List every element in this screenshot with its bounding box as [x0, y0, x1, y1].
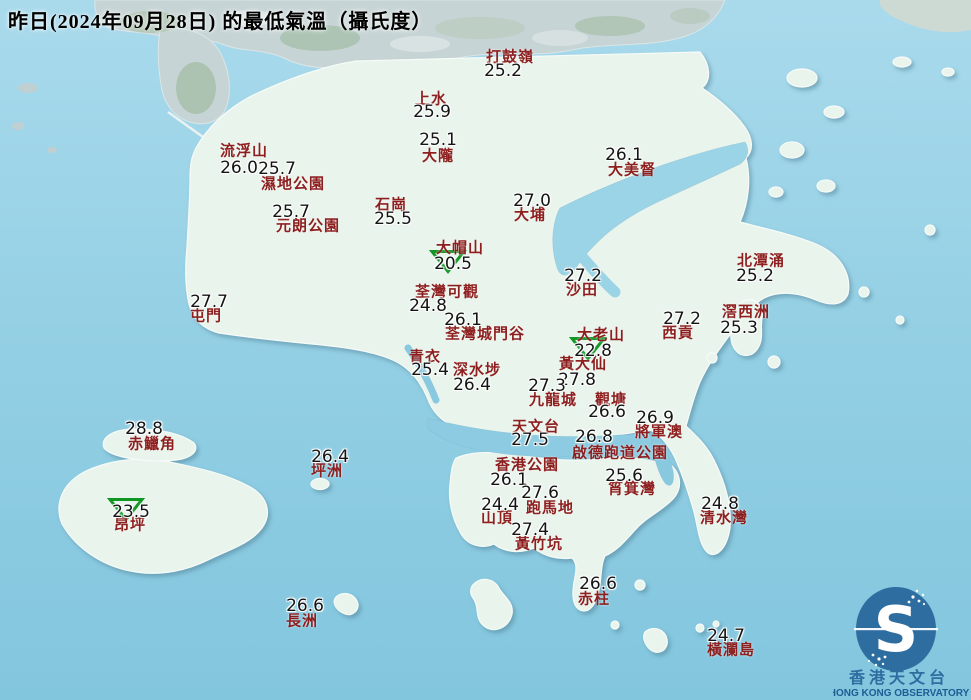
station-temperature-value: 24.8 [701, 494, 739, 514]
hong-kong-map [0, 0, 971, 700]
station-temperature-value: 27.5 [511, 430, 549, 450]
station-temperature-value: 26.4 [453, 375, 491, 395]
station-temperature-value: 27.2 [663, 309, 701, 329]
station-temperature-value: 25.4 [411, 360, 449, 380]
station-temperature-value: 26.6 [286, 596, 324, 616]
station-temperature-value: 27.4 [511, 520, 549, 540]
station-temperature-value: 26.1 [444, 310, 482, 330]
station-temperature-value: 24.8 [409, 296, 447, 316]
station-temperature-value: 24.4 [481, 495, 519, 515]
station-temperature-value: 27.3 [528, 376, 566, 396]
station-temperature-value: 26.8 [575, 427, 613, 447]
station-temperature-value: 23.5 [112, 502, 150, 522]
map-container: 昨日(2024年09月28日) 的最低氣溫（攝氏度） 打鼓嶺25.2上水25.9… [0, 0, 971, 700]
logo-s-symbol: S [874, 593, 919, 666]
map-title: 昨日(2024年09月28日) 的最低氣溫（攝氏度） [8, 5, 432, 34]
logo-en-text: HONG KONG OBSERVATORY [833, 688, 970, 699]
logo-zh-text: 香港天文台 [848, 668, 949, 687]
station-temperature-value: 26.6 [579, 574, 617, 594]
station-temperature-value: 22.8 [574, 341, 612, 361]
station-temperature-value: 27.0 [513, 191, 551, 211]
station-temperature-value: 27.2 [564, 266, 602, 286]
station-temperature-value: 25.9 [413, 102, 451, 122]
station-temperature-value: 28.8 [125, 419, 163, 439]
station-temperature-value: 25.6 [605, 466, 643, 486]
station-temperature-value: 27.7 [190, 292, 228, 312]
station-temperature-value: 26.1 [605, 145, 643, 165]
station-temperature-value: 25.3 [720, 318, 758, 338]
station-temperature-value: 25.7 [258, 159, 296, 179]
hko-logo: S 香港天文台 HONG KONG OBSERVATORY [833, 573, 971, 700]
station-temperature-value: 26.4 [311, 447, 349, 467]
station-temperature-value: 26.0 [220, 158, 258, 178]
station-temperature-value: 20.5 [434, 254, 472, 274]
station-temperature-value: 26.6 [588, 402, 626, 422]
station-temperature-value: 25.2 [484, 61, 522, 81]
station-temperature-value: 25.1 [419, 130, 457, 150]
station-temperature-value: 25.7 [272, 202, 310, 222]
station-temperature-value: 26.9 [636, 408, 674, 428]
station-temperature-value: 24.7 [707, 626, 745, 646]
station-temperature-value: 25.5 [374, 209, 412, 229]
station-temperature-value: 27.6 [521, 483, 559, 503]
station-temperature-value: 25.2 [736, 266, 774, 286]
hko-logo-graphic: S 香港天文台 HONG KONG OBSERVATORY [833, 573, 971, 700]
